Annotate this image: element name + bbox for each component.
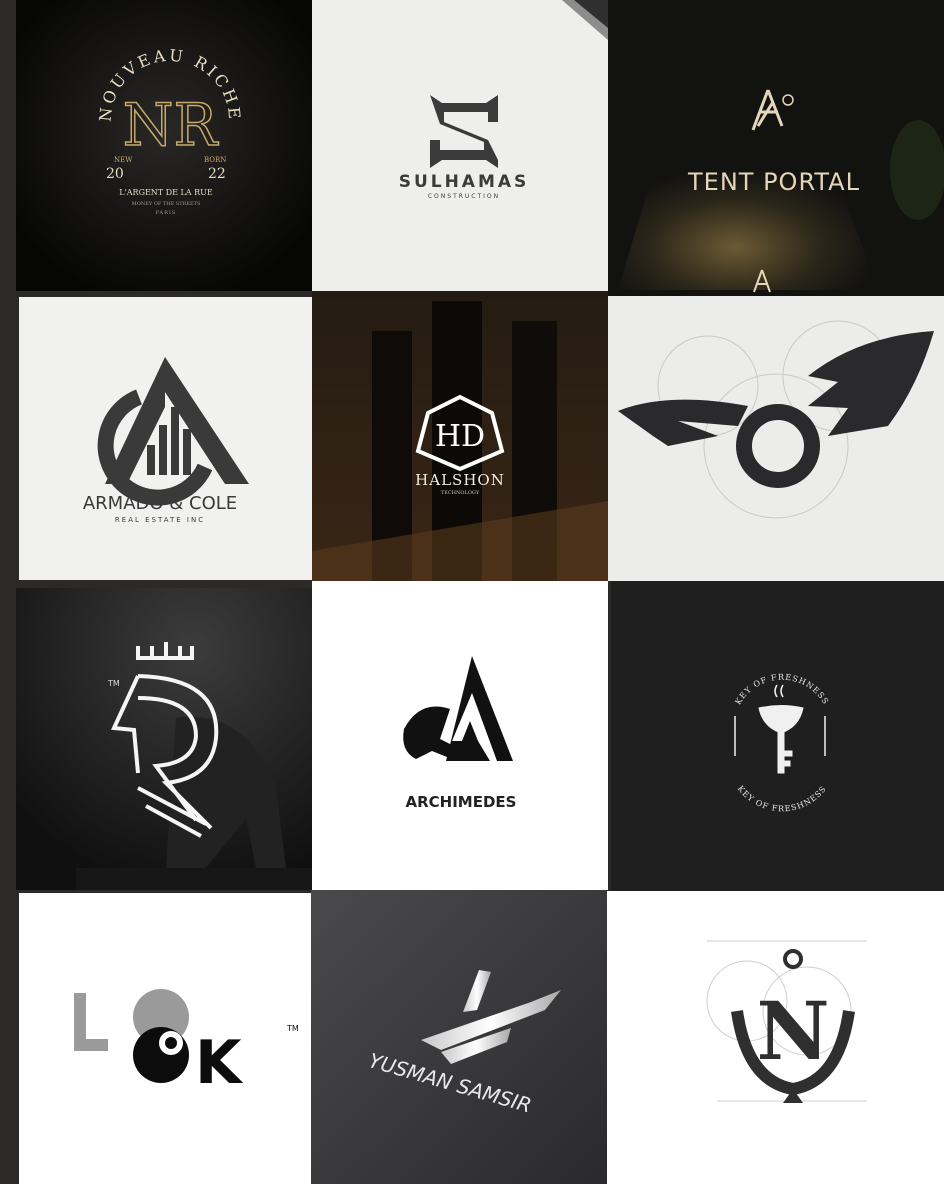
tagline: CONSTRUCTION: [428, 193, 500, 200]
logo-tile-tent-portal[interactable]: TENT PORTAL: [608, 0, 944, 296]
hd-monogram: HD: [435, 419, 485, 454]
new-label: NEW: [114, 156, 133, 164]
brand-k: K: [195, 1028, 244, 1098]
logo-tile-lion-crown[interactable]: TM: [16, 588, 312, 890]
tagline: REAL ESTATE INC: [115, 516, 205, 524]
n-anchor-logo: N: [607, 891, 944, 1184]
logo-tile-look[interactable]: K L TM: [19, 893, 312, 1184]
brand-name: ARMADO & COLE: [83, 493, 237, 514]
logo-tile-key-of-freshness[interactable]: KEY OF FRESHNESS KEY OF FRESHNESS: [611, 581, 944, 891]
logo-tile-archimedes[interactable]: ARCHIMEDES: [312, 581, 608, 890]
city-label: PARIS: [156, 210, 177, 216]
halshon-logo: HD HALSHON TECHNOLOGY: [312, 291, 608, 581]
brand-name: SULHAMAS: [399, 172, 530, 192]
look-logo: K L TM: [19, 893, 312, 1184]
logo-tile-nouveau-riche[interactable]: NOUVEAU RICHE NR NEW BORN 20 22 L'ARGENT…: [16, 0, 312, 291]
brand-name: HALSHON: [415, 471, 505, 489]
yusman-samsir-logo: YUSMAN SAMSIR: [311, 890, 607, 1184]
logo-tile-armado-cole[interactable]: ARMADO & COLE REAL ESTATE INC: [19, 297, 312, 580]
lion-crown-logo: TM: [16, 588, 312, 890]
brand-name: TENT PORTAL: [687, 168, 860, 196]
logo-grid: NOUVEAU RICHE NR NEW BORN 20 22 L'ARGENT…: [16, 0, 944, 1184]
brand-name: ARCHIMEDES: [406, 793, 517, 811]
year-22: 22: [208, 166, 226, 182]
tagline-english: MONEY OF THE STREETS: [132, 201, 201, 207]
logo-tile-n-anchor[interactable]: N: [607, 891, 944, 1184]
logo-tile-sulhamas[interactable]: SULHAMAS CONSTRUCTION: [312, 0, 608, 291]
tent-portal-logo: TENT PORTAL: [608, 0, 944, 296]
armado-cole-logo: ARMADO & COLE REAL ESTATE INC: [19, 297, 312, 580]
tagline-french: L'ARGENT DE LA RUE: [119, 188, 213, 197]
trademark: TM: [107, 679, 120, 688]
logo-tile-ec-wings[interactable]: EC: [608, 296, 944, 581]
year-20: 20: [106, 166, 124, 182]
ec-wings-logo: EC: [608, 296, 944, 581]
born-label: BORN: [204, 156, 226, 164]
sulhamas-logo: SULHAMAS CONSTRUCTION: [312, 0, 608, 291]
n-monogram: N: [756, 984, 829, 1078]
nouveau-riche-logo: NOUVEAU RICHE NR NEW BORN 20 22 L'ARGENT…: [16, 0, 312, 291]
archimedes-logo: ARCHIMEDES: [312, 581, 608, 890]
trademark: TM: [286, 1024, 299, 1033]
monogram-nr: NR: [123, 91, 220, 159]
logo-tile-yusman-samsir[interactable]: YUSMAN SAMSIR: [311, 890, 607, 1184]
logo-tile-halshon[interactable]: HD HALSHON TECHNOLOGY: [312, 291, 608, 581]
key-of-freshness-logo: KEY OF FRESHNESS KEY OF FRESHNESS: [611, 581, 944, 891]
tagline: TECHNOLOGY: [441, 490, 480, 496]
